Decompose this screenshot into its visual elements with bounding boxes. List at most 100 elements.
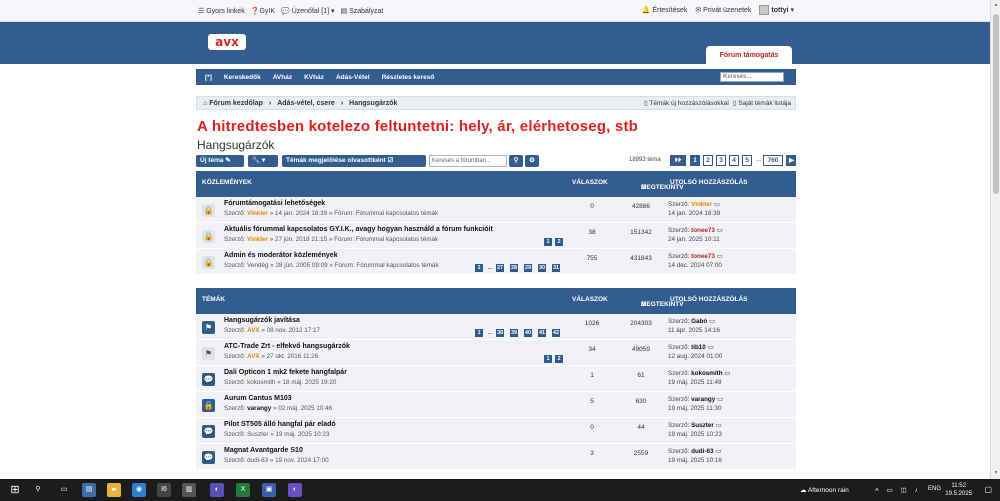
- topic-author[interactable]: Vendég: [247, 262, 268, 269]
- task-view-icon[interactable]: ▭: [57, 483, 71, 497]
- page-1[interactable]: 1: [690, 155, 700, 166]
- last-post-author[interactable]: tib10: [691, 344, 706, 351]
- jump-to-page-button[interactable]: ⏵⏵: [670, 155, 686, 166]
- tools-menu-button[interactable]: 🔧 ▾: [248, 155, 278, 167]
- topic-title[interactable]: Magnat Avantgarde S10: [224, 447, 303, 454]
- go-to-post-icon[interactable]: ▭: [717, 396, 723, 403]
- tray-icons[interactable]: ˄ ▭ ◫ ♪: [875, 486, 921, 494]
- go-to-post-icon[interactable]: ▭: [714, 201, 720, 208]
- last-post-author[interactable]: dudi-63: [691, 448, 713, 455]
- topic-author[interactable]: Suszter: [247, 431, 268, 438]
- announcement-row[interactable]: 🔒 Fórumtámogatási lehetőségek Szerző: Vink…: [196, 197, 796, 223]
- private-messages-link[interactable]: ✉ Privát üzenetek: [695, 6, 751, 14]
- mini-page-link[interactable]: 2: [555, 238, 563, 246]
- topic-author[interactable]: dudi-63: [247, 457, 268, 464]
- breadcrumb-level1[interactable]: Adás-vétel, csere: [277, 100, 335, 107]
- topic-row[interactable]: ⚑ ATC-Trade Zrt - elfekvő hangsugárzók Sze…: [196, 340, 796, 366]
- mark-read-button[interactable]: Témák megjelölése olvasottként ☑: [282, 155, 426, 167]
- last-post-author[interactable]: Suszter: [691, 422, 714, 429]
- search-icon[interactable]: ⚲: [31, 483, 45, 497]
- topic-author[interactable]: Vinkler: [247, 210, 268, 217]
- notification-center-icon[interactable]: ▢: [984, 485, 992, 494]
- app-icon[interactable]: ◐: [288, 483, 302, 497]
- go-to-post-icon[interactable]: ▭: [709, 318, 715, 325]
- mini-page-link[interactable]: 1: [475, 264, 483, 272]
- mini-page-link[interactable]: 42: [552, 329, 561, 337]
- topic-author[interactable]: Vinkler: [247, 236, 268, 243]
- topic-author[interactable]: AVX: [247, 327, 259, 334]
- page-4[interactable]: 4: [729, 155, 739, 166]
- nav-item-home[interactable]: [*]: [205, 74, 212, 81]
- quick-links-menu[interactable]: ☰ Gyors linkek: [198, 7, 245, 15]
- topic-title[interactable]: Aktuális fórummal kapcsolatos GY.I.K., a…: [224, 226, 493, 233]
- topic-title[interactable]: Fórumtámogatási lehetőségek: [224, 200, 325, 207]
- last-post-author[interactable]: kokosmith: [691, 370, 723, 377]
- mini-page-link[interactable]: 2: [555, 355, 563, 363]
- topic-row[interactable]: 💬 Dali Opticon 1 mk2 fekete hangfalpár Sze…: [196, 366, 796, 392]
- topic-author[interactable]: AVX: [247, 353, 259, 360]
- message-board-link[interactable]: 💬 Üzenőfal [1] ▾: [281, 7, 335, 15]
- breadcrumb-level2[interactable]: Hangsugárzók: [349, 100, 397, 107]
- mini-page-link[interactable]: 40: [524, 329, 533, 337]
- scroll-down-icon[interactable]: ▼: [993, 470, 999, 476]
- topic-row[interactable]: 💬 Magnat Avantgarde S10 Szerző: dudi-63 » …: [196, 444, 796, 470]
- nav-item-advanced-search[interactable]: Részletes kereső: [382, 74, 435, 81]
- topic-row[interactable]: 🔒 Aurum Cantus M103 Szerző: varangy » 02 m…: [196, 392, 796, 418]
- forum-search-input[interactable]: Keresés a fórumban...: [429, 155, 507, 167]
- mini-page-link[interactable]: 1: [475, 329, 483, 337]
- nav-item-buysell[interactable]: Adás-Vétel: [336, 74, 370, 81]
- page-last[interactable]: 760: [763, 155, 783, 166]
- app-icon[interactable]: ▣: [262, 483, 276, 497]
- language-indicator[interactable]: ENG: [928, 486, 941, 492]
- excel-icon[interactable]: X: [236, 483, 250, 497]
- gear-icon[interactable]: ⚙: [525, 155, 539, 167]
- weather-widget[interactable]: ☁ Afternoon rain: [800, 486, 849, 494]
- mini-page-link[interactable]: 1: [544, 238, 552, 246]
- nav-search-input[interactable]: Keresés...: [720, 72, 784, 82]
- file-explorer-icon[interactable]: ▰: [107, 483, 121, 497]
- topic-author[interactable]: kokosmith: [247, 379, 275, 386]
- mini-page-link[interactable]: 39: [510, 329, 519, 337]
- system-clock[interactable]: 11:52 19.5.2025: [945, 482, 972, 498]
- go-to-post-icon[interactable]: ▭: [717, 227, 723, 234]
- topic-title[interactable]: Admin és moderátor közlemények: [224, 252, 338, 259]
- page-3[interactable]: 3: [716, 155, 726, 166]
- mini-page-link[interactable]: 28: [510, 264, 519, 272]
- mini-page-link[interactable]: 30: [538, 264, 547, 272]
- page-2[interactable]: 2: [703, 155, 713, 166]
- page-5[interactable]: 5: [742, 155, 752, 166]
- nav-item-kvhaz[interactable]: KVház: [304, 74, 324, 81]
- new-topic-button[interactable]: Új téma ✎: [196, 155, 244, 167]
- next-page-button[interactable]: ▶: [786, 155, 796, 166]
- last-post-author[interactable]: Gabó: [691, 318, 707, 325]
- mini-page-link[interactable]: 29: [524, 264, 533, 272]
- topic-title[interactable]: Hangsugárzók javítása: [224, 317, 300, 324]
- topic-title[interactable]: Dali Opticon 1 mk2 fekete hangfalpár: [224, 369, 347, 376]
- new-posts-link[interactable]: ▯ Témák új hozzászólásokkal: [644, 99, 729, 107]
- breadcrumb-home[interactable]: ⌂ Fórum kezdőlap: [203, 100, 263, 107]
- go-to-post-icon[interactable]: ▭: [716, 422, 722, 429]
- mini-page-link[interactable]: 27: [496, 264, 505, 272]
- last-post-author[interactable]: tonee73: [691, 253, 715, 260]
- last-post-author[interactable]: Vinkler: [691, 201, 712, 208]
- nav-item-dealers[interactable]: Kereskedők: [224, 74, 261, 81]
- mini-page-link[interactable]: 38: [496, 329, 505, 337]
- go-to-post-icon[interactable]: ▭: [724, 370, 730, 377]
- topic-author[interactable]: varangy: [247, 405, 271, 412]
- go-to-post-icon[interactable]: ▭: [708, 344, 714, 351]
- mini-page-link[interactable]: 41: [538, 329, 547, 337]
- rules-link[interactable]: ▤ Szabályzat: [341, 7, 384, 15]
- faq-link[interactable]: ❓GyIK: [251, 7, 275, 15]
- mini-page-link[interactable]: 31: [552, 264, 561, 272]
- search-icon[interactable]: ⚲: [509, 155, 523, 167]
- tab-forum-support[interactable]: Fórum támogatás: [706, 46, 792, 64]
- user-menu[interactable]: tottyi ▾: [759, 5, 794, 15]
- go-to-post-icon[interactable]: ▭: [717, 253, 723, 260]
- page-scrollbar[interactable]: ▲ ▼: [990, 0, 1000, 479]
- topic-title[interactable]: Pilot ST505 álló hangfal pár eladó: [224, 421, 336, 428]
- app-icon[interactable]: I6: [157, 483, 171, 497]
- scrollbar-thumb[interactable]: [993, 14, 999, 194]
- mini-page-link[interactable]: 1: [544, 355, 552, 363]
- nav-item-avhaz[interactable]: AVház: [273, 74, 292, 81]
- own-topics-link[interactable]: ▯ Saját témák listája: [733, 99, 791, 107]
